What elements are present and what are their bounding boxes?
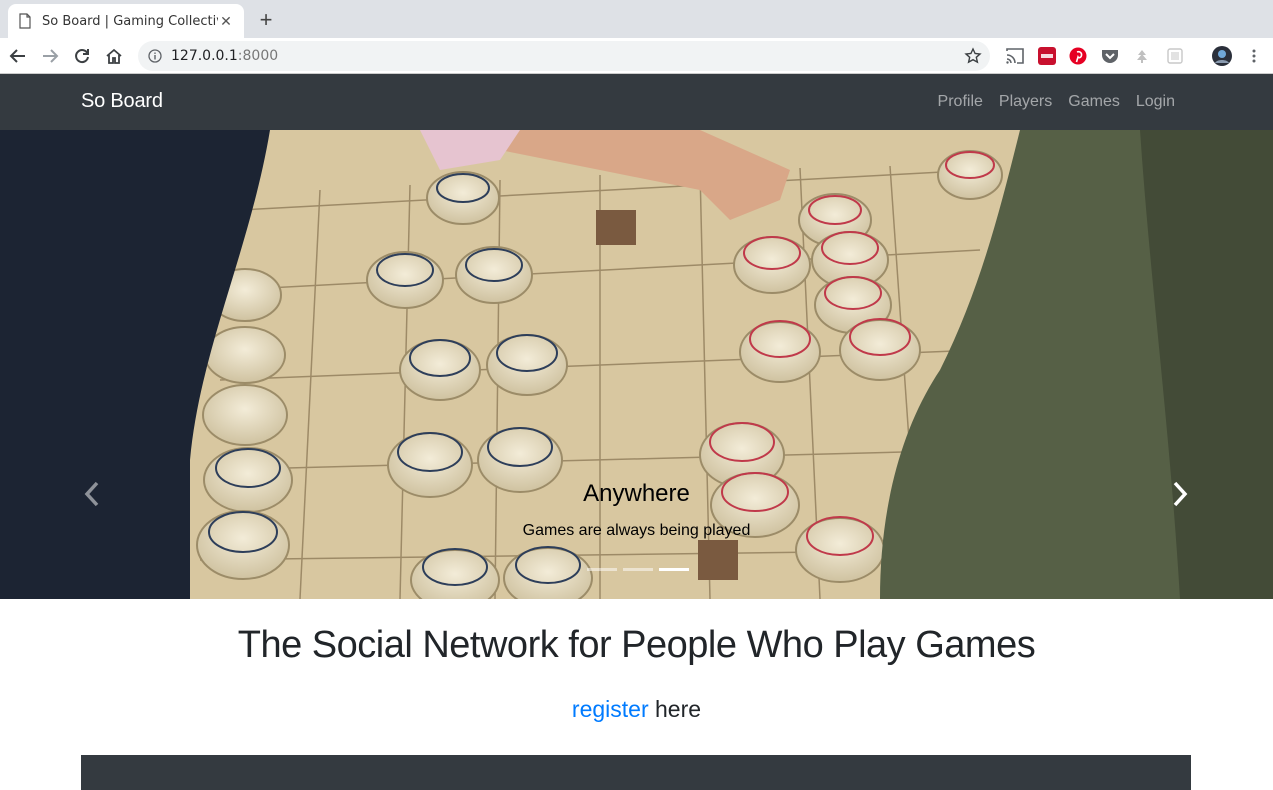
browser-toolbar: 127.0.0.1:8000 [0, 38, 1273, 74]
reload-icon [75, 49, 89, 64]
pinterest-icon[interactable] [1069, 47, 1087, 65]
tab-close-icon[interactable]: ✕ [218, 13, 234, 29]
hero-carousel: Anywhere Games are always being played [0, 130, 1273, 599]
url-host: 127.0.0.1 [171, 48, 238, 64]
page-headline: The Social Network for People Who Play G… [237, 624, 1036, 666]
register-link[interactable]: register [572, 696, 649, 722]
address-bar[interactable]: 127.0.0.1:8000 [138, 41, 990, 71]
carousel-caption-text: Games are always being played [522, 522, 751, 539]
page-icon [19, 13, 31, 29]
carousel-indicator[interactable] [623, 568, 653, 571]
extension-box-icon[interactable] [1166, 47, 1184, 65]
nav-link-players[interactable]: Players [991, 93, 1060, 111]
cors-extension-icon[interactable] [1038, 47, 1056, 65]
pocket-icon[interactable] [1101, 47, 1119, 65]
home-button[interactable] [101, 43, 127, 69]
nav-link-profile[interactable]: Profile [930, 93, 991, 111]
bookmark-star-icon[interactable] [964, 47, 982, 65]
browser-tabstrip: So Board | Gaming Collective ✕ + [0, 0, 1273, 38]
url-port: :8000 [237, 48, 279, 64]
forward-button[interactable] [37, 43, 63, 69]
profile-avatar[interactable] [1212, 46, 1232, 66]
menu-kebab-icon[interactable] [1245, 47, 1263, 65]
cast-icon[interactable] [1006, 47, 1024, 65]
extension-tree-icon[interactable] [1133, 47, 1151, 65]
info-icon[interactable] [148, 49, 162, 63]
carousel-indicator[interactable] [587, 568, 617, 571]
back-arrow-icon [9, 49, 25, 63]
carousel-caption-title: Anywhere [583, 480, 690, 507]
back-button[interactable] [5, 43, 31, 69]
dark-content-panel [81, 755, 1191, 790]
carousel-indicator-active[interactable] [659, 568, 689, 571]
carousel-indicators [587, 568, 689, 571]
new-tab-button[interactable]: + [254, 9, 278, 33]
reload-button[interactable] [69, 43, 95, 69]
forward-arrow-icon [43, 49, 59, 63]
brand-logo[interactable]: So Board [81, 90, 163, 113]
nav-links: Profile Players Games Login [930, 93, 1183, 111]
register-suffix: here [648, 696, 702, 722]
register-line: register here [0, 696, 1273, 723]
nav-link-games[interactable]: Games [1060, 93, 1128, 111]
tab-title: So Board | Gaming Collective [42, 13, 218, 29]
nav-link-login[interactable]: Login [1128, 93, 1183, 111]
browser-tab[interactable]: So Board | Gaming Collective ✕ [8, 4, 244, 38]
site-navbar: So Board Profile Players Games Login [0, 74, 1273, 130]
home-icon [106, 48, 122, 64]
